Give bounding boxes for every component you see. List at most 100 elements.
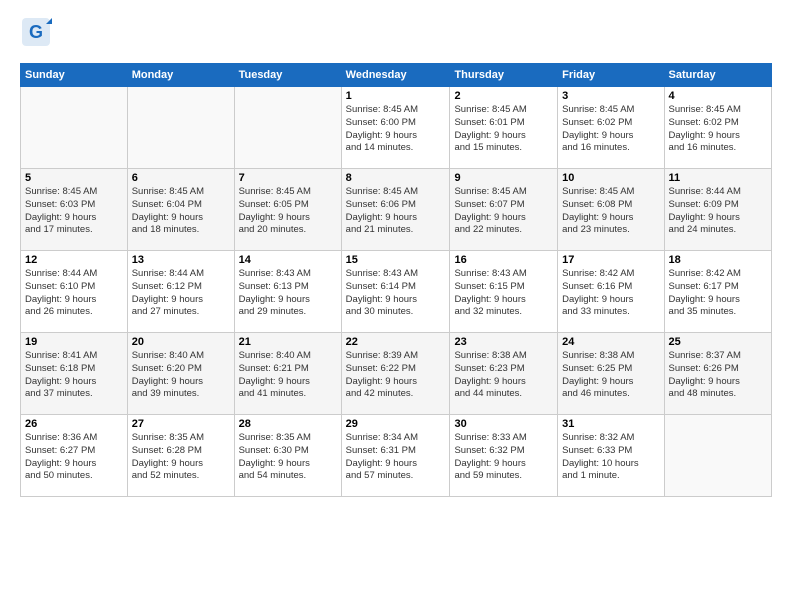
calendar-cell: 28Sunrise: 8:35 AM Sunset: 6:30 PM Dayli… — [234, 415, 341, 497]
day-number: 19 — [25, 336, 123, 348]
weekday-header: Saturday — [664, 64, 771, 87]
calendar-cell: 7 Sunrise: 8:45 AM Sunset: 6:05 PM Daylig… — [234, 169, 341, 251]
calendar-cell: 8 Sunrise: 8:45 AM Sunset: 6:06 PM Daylig… — [341, 169, 450, 251]
day-number: 5 — [25, 172, 123, 184]
day-info: Sunrise: 8:45 AM Sunset: 6:00 PM Dayligh… — [346, 104, 446, 155]
day-info: Sunrise: 8:37 AM Sunset: 6:26 PM Dayligh… — [669, 350, 767, 401]
calendar-cell: 22Sunrise: 8:39 AM Sunset: 6:22 PM Dayli… — [341, 333, 450, 415]
day-number: 28 — [239, 418, 337, 430]
calendar-cell: 12 Sunrise: 8:44 AM Sunset: 6:10 PM Dayli… — [21, 251, 128, 333]
calendar-cell: 20 Sunrise: 8:40 AM Sunset: 6:20 PM Dayli… — [127, 333, 234, 415]
calendar-cell: 1 Sunrise: 8:45 AM Sunset: 6:00 PM Daylig… — [341, 87, 450, 169]
day-info: Sunrise: 8:36 AM Sunset: 6:27 PM Dayligh… — [25, 432, 123, 483]
calendar-cell: 6 Sunrise: 8:45 AM Sunset: 6:04 PM Daylig… — [127, 169, 234, 251]
day-info: Sunrise: 8:45 AM Sunset: 6:03 PM Dayligh… — [25, 186, 123, 237]
day-number: 27 — [132, 418, 230, 430]
day-info: Sunrise: 8:44 AM Sunset: 6:09 PM Dayligh… — [669, 186, 767, 237]
day-number: 1 — [346, 90, 446, 102]
day-number: 30 — [454, 418, 553, 430]
day-number: 17 — [562, 254, 659, 266]
calendar-cell: 11 Sunrise: 8:44 AM Sunset: 6:09 PM Dayli… — [664, 169, 771, 251]
weekday-header: Tuesday — [234, 64, 341, 87]
day-number: 20 — [132, 336, 230, 348]
logo: G — [20, 16, 56, 53]
day-info: Sunrise: 8:40 AM Sunset: 6:20 PM Dayligh… — [132, 350, 230, 401]
page: G SundayMondayTuesdayWednesdayThursdayFr… — [0, 0, 792, 507]
day-info: Sunrise: 8:32 AM Sunset: 6:33 PM Dayligh… — [562, 432, 659, 483]
day-number: 4 — [669, 90, 767, 102]
calendar-body: 1 Sunrise: 8:45 AM Sunset: 6:00 PM Daylig… — [21, 87, 772, 497]
logo-icon: G — [20, 16, 52, 48]
day-info: Sunrise: 8:44 AM Sunset: 6:10 PM Dayligh… — [25, 268, 123, 319]
calendar-cell — [234, 87, 341, 169]
calendar-cell: 18 Sunrise: 8:42 AM Sunset: 6:17 PM Dayli… — [664, 251, 771, 333]
day-number: 12 — [25, 254, 123, 266]
weekday-header: Thursday — [450, 64, 558, 87]
day-info: Sunrise: 8:43 AM Sunset: 6:15 PM Dayligh… — [454, 268, 553, 319]
day-info: Sunrise: 8:41 AM Sunset: 6:18 PM Dayligh… — [25, 350, 123, 401]
day-number: 2 — [454, 90, 553, 102]
calendar-cell — [664, 415, 771, 497]
weekday-header: Wednesday — [341, 64, 450, 87]
calendar-week: 5 Sunrise: 8:45 AM Sunset: 6:03 PM Daylig… — [21, 169, 772, 251]
calendar-cell: 31 Sunrise: 8:32 AM Sunset: 6:33 PM Dayli… — [558, 415, 664, 497]
day-number: 23 — [454, 336, 553, 348]
calendar-cell: 27 Sunrise: 8:35 AM Sunset: 6:28 PM Dayli… — [127, 415, 234, 497]
svg-text:G: G — [29, 22, 43, 42]
day-number: 25 — [669, 336, 767, 348]
day-number: 21 — [239, 336, 337, 348]
day-number: 3 — [562, 90, 659, 102]
day-info: Sunrise: 8:43 AM Sunset: 6:14 PM Dayligh… — [346, 268, 446, 319]
day-info: Sunrise: 8:45 AM Sunset: 6:07 PM Dayligh… — [454, 186, 553, 237]
calendar-cell — [127, 87, 234, 169]
weekday-header: Monday — [127, 64, 234, 87]
calendar-cell: 25 Sunrise: 8:37 AM Sunset: 6:26 PM Dayli… — [664, 333, 771, 415]
calendar-cell: 19 Sunrise: 8:41 AM Sunset: 6:18 PM Dayli… — [21, 333, 128, 415]
day-info: Sunrise: 8:42 AM Sunset: 6:16 PM Dayligh… — [562, 268, 659, 319]
day-number: 24 — [562, 336, 659, 348]
day-number: 13 — [132, 254, 230, 266]
calendar-cell: 9 Sunrise: 8:45 AM Sunset: 6:07 PM Daylig… — [450, 169, 558, 251]
day-info: Sunrise: 8:45 AM Sunset: 6:05 PM Dayligh… — [239, 186, 337, 237]
calendar-cell: 15Sunrise: 8:43 AM Sunset: 6:14 PM Dayli… — [341, 251, 450, 333]
calendar-cell: 13 Sunrise: 8:44 AM Sunset: 6:12 PM Dayli… — [127, 251, 234, 333]
calendar-cell: 21Sunrise: 8:40 AM Sunset: 6:21 PM Dayli… — [234, 333, 341, 415]
calendar-cell: 4 Sunrise: 8:45 AM Sunset: 6:02 PM Daylig… — [664, 87, 771, 169]
calendar: SundayMondayTuesdayWednesdayThursdayFrid… — [20, 63, 772, 497]
calendar-week: 1 Sunrise: 8:45 AM Sunset: 6:00 PM Daylig… — [21, 87, 772, 169]
day-number: 14 — [239, 254, 337, 266]
day-number: 7 — [239, 172, 337, 184]
calendar-week: 12 Sunrise: 8:44 AM Sunset: 6:10 PM Dayli… — [21, 251, 772, 333]
day-info: Sunrise: 8:42 AM Sunset: 6:17 PM Dayligh… — [669, 268, 767, 319]
calendar-header: SundayMondayTuesdayWednesdayThursdayFrid… — [21, 64, 772, 87]
day-number: 22 — [346, 336, 446, 348]
calendar-cell: 30 Sunrise: 8:33 AM Sunset: 6:32 PM Dayli… — [450, 415, 558, 497]
calendar-cell: 16 Sunrise: 8:43 AM Sunset: 6:15 PM Dayli… — [450, 251, 558, 333]
day-number: 31 — [562, 418, 659, 430]
day-info: Sunrise: 8:45 AM Sunset: 6:01 PM Dayligh… — [454, 104, 553, 155]
day-info: Sunrise: 8:45 AM Sunset: 6:04 PM Dayligh… — [132, 186, 230, 237]
day-number: 16 — [454, 254, 553, 266]
weekday-header: Sunday — [21, 64, 128, 87]
day-info: Sunrise: 8:35 AM Sunset: 6:28 PM Dayligh… — [132, 432, 230, 483]
calendar-cell: 23Sunrise: 8:38 AM Sunset: 6:23 PM Dayli… — [450, 333, 558, 415]
day-info: Sunrise: 8:45 AM Sunset: 6:06 PM Dayligh… — [346, 186, 446, 237]
day-number: 11 — [669, 172, 767, 184]
day-info: Sunrise: 8:33 AM Sunset: 6:32 PM Dayligh… — [454, 432, 553, 483]
day-info: Sunrise: 8:45 AM Sunset: 6:02 PM Dayligh… — [669, 104, 767, 155]
day-info: Sunrise: 8:45 AM Sunset: 6:02 PM Dayligh… — [562, 104, 659, 155]
calendar-cell: 5 Sunrise: 8:45 AM Sunset: 6:03 PM Daylig… — [21, 169, 128, 251]
day-number: 8 — [346, 172, 446, 184]
calendar-cell: 2 Sunrise: 8:45 AM Sunset: 6:01 PM Daylig… — [450, 87, 558, 169]
calendar-week: 19 Sunrise: 8:41 AM Sunset: 6:18 PM Dayli… — [21, 333, 772, 415]
calendar-cell: 17 Sunrise: 8:42 AM Sunset: 6:16 PM Dayli… — [558, 251, 664, 333]
day-number: 18 — [669, 254, 767, 266]
day-info: Sunrise: 8:34 AM Sunset: 6:31 PM Dayligh… — [346, 432, 446, 483]
header: G — [20, 16, 772, 53]
day-number: 9 — [454, 172, 553, 184]
day-info: Sunrise: 8:43 AM Sunset: 6:13 PM Dayligh… — [239, 268, 337, 319]
calendar-week: 26Sunrise: 8:36 AM Sunset: 6:27 PM Dayli… — [21, 415, 772, 497]
day-info: Sunrise: 8:44 AM Sunset: 6:12 PM Dayligh… — [132, 268, 230, 319]
day-number: 6 — [132, 172, 230, 184]
calendar-cell: 26Sunrise: 8:36 AM Sunset: 6:27 PM Dayli… — [21, 415, 128, 497]
